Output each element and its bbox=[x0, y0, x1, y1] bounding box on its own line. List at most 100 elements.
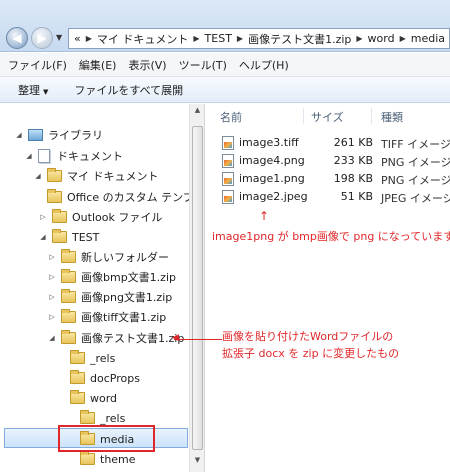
organize-label: 整理 bbox=[18, 83, 40, 97]
tree-label: _rels bbox=[100, 411, 126, 425]
organize-button[interactable]: 整理 ▼ bbox=[18, 82, 48, 98]
tree-label: 新しいフォルダー bbox=[81, 251, 169, 264]
tree-item-new-folder[interactable]: ▷ 新しいフォルダー bbox=[47, 248, 169, 266]
tree-item-test[interactable]: ◢ TEST bbox=[38, 228, 99, 246]
annotation-zip-note-line2: 拡張子 docx を zip に変更したもの bbox=[222, 347, 400, 360]
file-row[interactable]: image2.jpeg 51 KB JPEG イメージ bbox=[205, 188, 450, 207]
expand-triangle-icon[interactable]: ▷ bbox=[38, 213, 48, 221]
zip-folder-icon bbox=[61, 309, 76, 323]
expand-triangle-icon[interactable]: ▷ bbox=[47, 253, 57, 261]
recent-pages-dropdown-icon[interactable]: ▼ bbox=[56, 33, 62, 42]
vertical-scrollbar[interactable]: ▲ ▼ bbox=[189, 104, 205, 472]
collapse-triangle-icon[interactable]: ◢ bbox=[47, 334, 57, 342]
menu-tools[interactable]: ツール(T) bbox=[179, 57, 227, 73]
tree-label: ライブラリ bbox=[48, 129, 103, 142]
folder-icon bbox=[70, 390, 85, 404]
breadcrumb-separator-icon[interactable]: ▶ bbox=[86, 34, 92, 43]
tree-item-theme[interactable]: theme bbox=[66, 450, 136, 468]
collapse-triangle-icon[interactable]: ◢ bbox=[33, 172, 43, 180]
collapse-triangle-icon[interactable]: ◢ bbox=[38, 233, 48, 241]
folder-icon bbox=[52, 209, 67, 223]
extract-all-button[interactable]: ファイルをすべて展開 bbox=[74, 82, 183, 98]
tree-item-word[interactable]: word bbox=[56, 389, 117, 407]
folder-icon bbox=[52, 229, 67, 243]
column-header-type[interactable]: 種類 bbox=[381, 109, 403, 125]
tree-item-png-zip[interactable]: ▷ 画像png文書1.zip bbox=[47, 288, 172, 306]
file-row[interactable]: image3.tiff 261 KB TIFF イメージ bbox=[205, 134, 450, 153]
navigation-pane: ◢ ライブラリ ◢ ドキュメント ◢ マイ ドキュメント Office のカスタ… bbox=[0, 104, 190, 472]
breadcrumb-separator-icon[interactable]: ▶ bbox=[356, 34, 362, 43]
file-row[interactable]: image4.png 233 KB PNG イメージ bbox=[205, 152, 450, 171]
breadcrumb-word[interactable]: word bbox=[368, 32, 395, 45]
file-size: 51 KB bbox=[340, 190, 373, 203]
tree-label: _rels bbox=[90, 351, 116, 365]
column-header-size[interactable]: サイズ bbox=[311, 109, 344, 125]
callout-arrowhead-icon: ◀ bbox=[172, 333, 179, 343]
expand-triangle-icon[interactable]: ▷ bbox=[47, 293, 57, 301]
image-file-icon bbox=[222, 154, 234, 168]
file-row[interactable]: image1.png 198 KB PNG イメージ bbox=[205, 170, 450, 189]
annotation-zip-note-line1: 画像を貼り付けたWordファイルの bbox=[222, 330, 394, 343]
scroll-down-icon[interactable]: ▼ bbox=[191, 456, 204, 470]
file-type: JPEG イメージ bbox=[381, 192, 450, 205]
folder-icon bbox=[47, 168, 62, 182]
media-highlight-box bbox=[58, 425, 155, 452]
column-divider[interactable] bbox=[303, 108, 304, 124]
tree-item-libraries[interactable]: ◢ ライブラリ bbox=[14, 126, 103, 144]
breadcrumb-separator-icon[interactable]: ▶ bbox=[237, 34, 243, 43]
tree-item-bmp-zip[interactable]: ▷ 画像bmp文書1.zip bbox=[47, 268, 176, 286]
annotation-png-note: image1png が bmp画像で png になっています bbox=[212, 230, 450, 243]
column-divider[interactable] bbox=[371, 108, 372, 124]
tree-item-rels[interactable]: _rels bbox=[56, 349, 115, 367]
breadcrumb-separator-icon[interactable]: ▶ bbox=[400, 34, 406, 43]
tree-label: 画像tiff文書1.zip bbox=[81, 311, 167, 324]
file-name: image4.png bbox=[239, 154, 305, 167]
menu-view[interactable]: 表示(V) bbox=[128, 57, 166, 73]
tree-item-docprops[interactable]: docProps bbox=[56, 369, 140, 387]
breadcrumb-zip[interactable]: 画像テスト文書1.zip bbox=[248, 31, 351, 47]
tree-item-my-documents[interactable]: ◢ マイ ドキュメント bbox=[33, 167, 159, 185]
folder-icon bbox=[80, 451, 95, 465]
expand-triangle-icon[interactable]: ▷ bbox=[47, 313, 57, 321]
breadcrumb-overflow[interactable]: « bbox=[74, 32, 81, 45]
collapse-triangle-icon[interactable]: ◢ bbox=[24, 152, 34, 160]
tree-item-office-templates[interactable]: Office のカスタム テンプレ bbox=[33, 188, 190, 206]
tree-item-tiff-zip[interactable]: ▷ 画像tiff文書1.zip bbox=[47, 308, 166, 326]
forward-arrow-icon: ▶ bbox=[37, 31, 47, 45]
address-bar[interactable]: « ▶ マイ ドキュメント ▶ TEST ▶ 画像テスト文書1.zip ▶ wo… bbox=[68, 28, 450, 49]
menu-file[interactable]: ファイル(F) bbox=[8, 57, 67, 73]
expand-triangle-icon[interactable]: ▷ bbox=[47, 273, 57, 281]
breadcrumb-media[interactable]: media bbox=[411, 32, 445, 45]
forward-button[interactable]: ▶ bbox=[31, 27, 53, 49]
folder-icon bbox=[70, 350, 85, 364]
menu-edit[interactable]: 編集(E) bbox=[79, 57, 117, 73]
back-button[interactable]: ◀ bbox=[6, 27, 28, 49]
tree-label: theme bbox=[100, 452, 136, 466]
image-file-icon bbox=[222, 190, 234, 204]
tree-item-documents[interactable]: ◢ ドキュメント bbox=[24, 147, 123, 165]
zip-folder-icon bbox=[61, 269, 76, 283]
scroll-up-icon[interactable]: ▲ bbox=[191, 106, 204, 120]
menu-help[interactable]: ヘルプ(H) bbox=[239, 57, 289, 73]
tree-item-test-zip[interactable]: ◢ 画像テスト文書1.zip bbox=[47, 329, 184, 347]
breadcrumb-separator-icon[interactable]: ▶ bbox=[193, 34, 199, 43]
menu-bar: ファイル(F) 編集(E) 表示(V) ツール(T) ヘルプ(H) bbox=[0, 53, 450, 77]
library-icon bbox=[28, 129, 43, 141]
breadcrumb-my-documents[interactable]: マイ ドキュメント bbox=[97, 31, 189, 47]
tree-label: 画像テスト文書1.zip bbox=[81, 332, 185, 345]
tree-label: docProps bbox=[90, 371, 140, 385]
zip-folder-icon bbox=[61, 289, 76, 303]
tree-label: ドキュメント bbox=[57, 150, 123, 163]
tree-label: 画像png文書1.zip bbox=[81, 291, 173, 304]
command-toolbar: 整理 ▼ ファイルをすべて展開 bbox=[0, 77, 450, 103]
tree-label: word bbox=[90, 391, 118, 405]
collapse-triangle-icon[interactable]: ◢ bbox=[14, 131, 24, 139]
scroll-thumb[interactable] bbox=[192, 126, 203, 450]
tree-label: Office のカスタム テンプレ bbox=[67, 191, 190, 204]
image-file-icon bbox=[222, 172, 234, 186]
breadcrumb-test[interactable]: TEST bbox=[205, 32, 232, 45]
folder-icon bbox=[61, 249, 76, 263]
column-header-name[interactable]: 名前 bbox=[220, 109, 242, 125]
file-name: image2.jpeg bbox=[239, 190, 308, 203]
tree-item-outlook-files[interactable]: ▷ Outlook ファイル bbox=[38, 208, 162, 226]
